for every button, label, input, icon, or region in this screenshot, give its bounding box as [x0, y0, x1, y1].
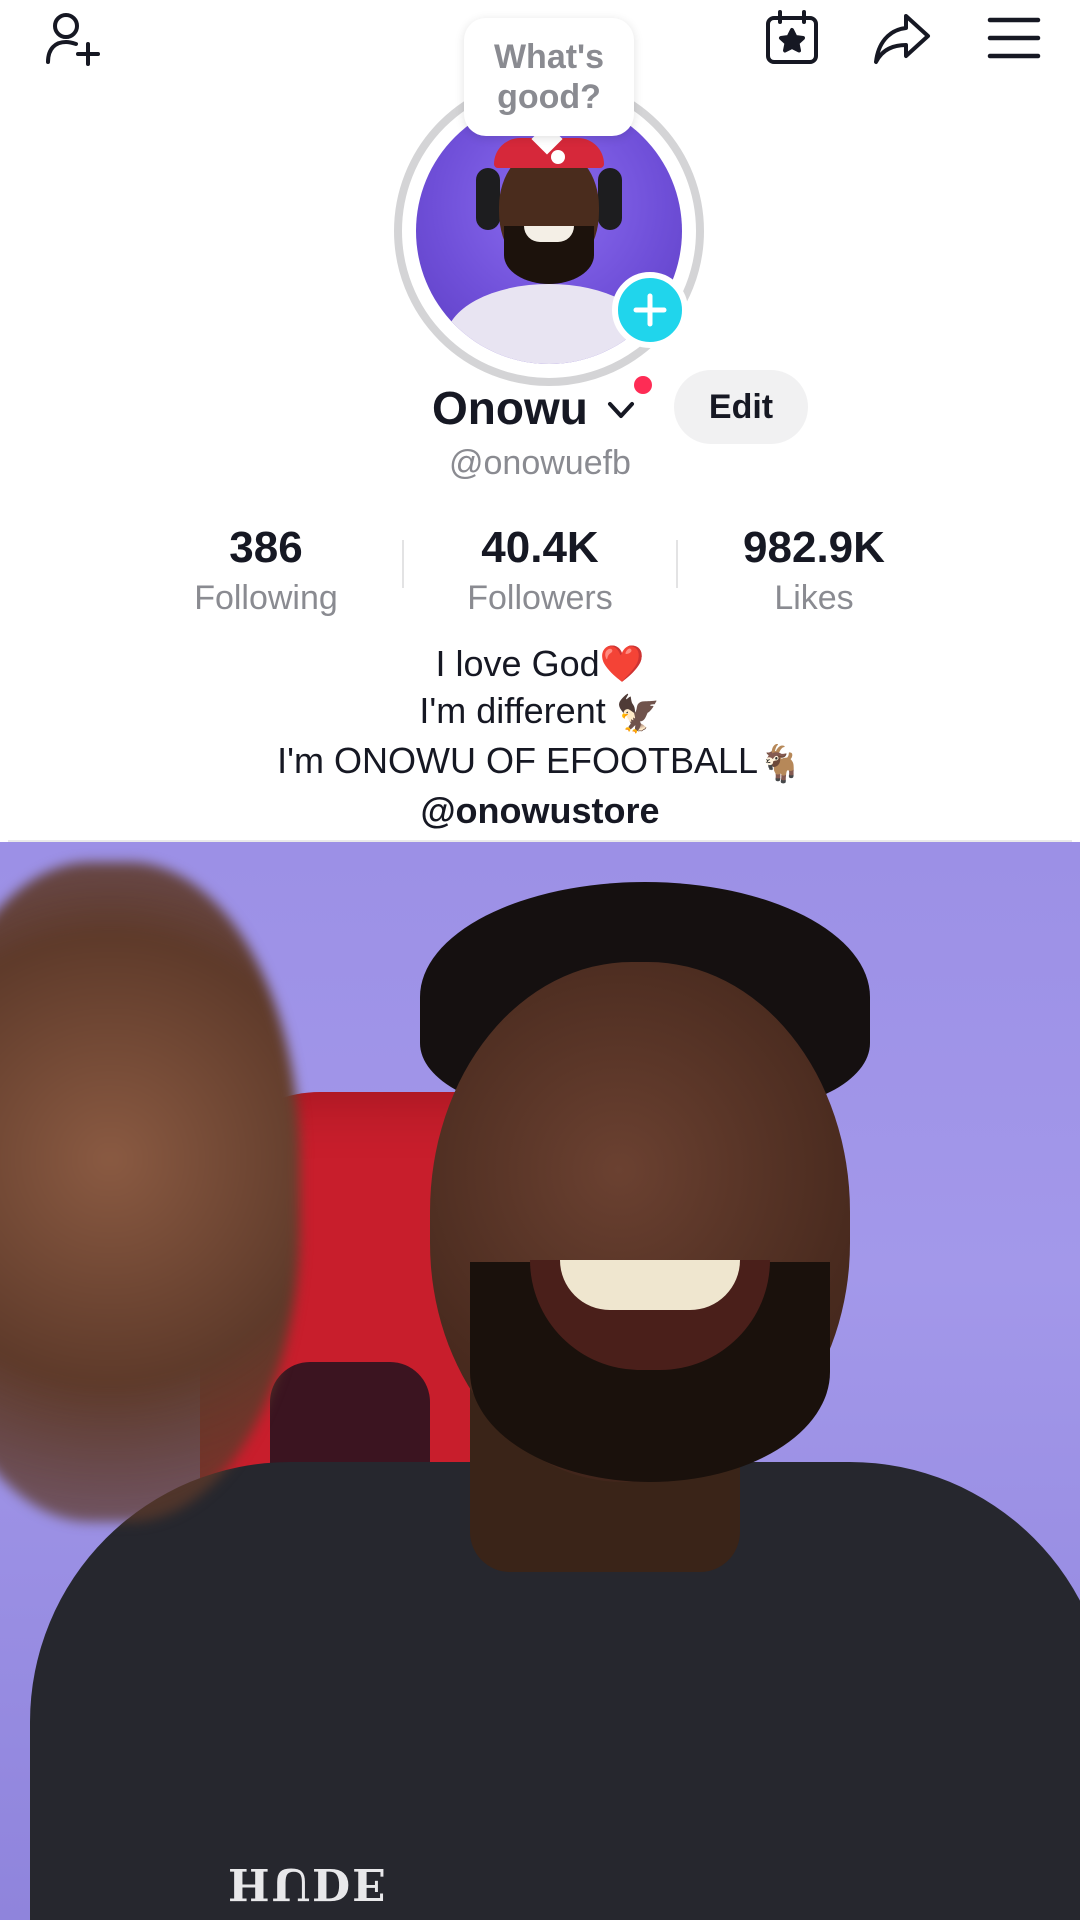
bio-line-3: I'm ONOWU OF EFOOTBALL🐐 — [8, 737, 1072, 787]
bio-text: I love God — [435, 643, 600, 684]
stat-divider — [402, 540, 404, 588]
stat-likes[interactable]: 982.9K Likes — [684, 520, 944, 618]
bio-store-link[interactable]: @onowustore — [8, 787, 1072, 834]
profile-card: What's good? Onowu Edit @onowuefb 386 Fo… — [8, 0, 1072, 842]
name-row: Onowu Edit — [8, 370, 1072, 444]
stat-label: Followers — [467, 579, 613, 617]
edit-profile-button[interactable]: Edit — [674, 370, 808, 444]
eagle-emoji: 🦅 — [615, 692, 661, 734]
bio-line-1: I love God❤️ — [8, 640, 1072, 687]
stat-value: 982.9K — [743, 523, 885, 572]
video-frame[interactable]: HUDE — [0, 842, 1080, 1920]
notification-dot — [634, 376, 652, 394]
share-arrow-icon[interactable] — [868, 4, 936, 72]
stat-following[interactable]: 386 Following — [136, 520, 396, 618]
username: @onowuefb — [449, 444, 631, 482]
hamburger-menu-icon[interactable] — [980, 4, 1048, 72]
blurred-hand — [0, 862, 300, 1522]
add-story-button[interactable] — [612, 272, 688, 348]
stat-label: Likes — [774, 579, 854, 617]
add-user-icon[interactable] — [38, 4, 106, 72]
status-bubble-text: What's good? — [493, 38, 605, 116]
goat-emoji: 🐐 — [758, 742, 803, 784]
stat-label: Following — [194, 579, 338, 617]
stat-value: 386 — [229, 523, 303, 572]
stat-value: 40.4K — [481, 523, 599, 572]
stat-followers[interactable]: 40.4K Followers — [410, 520, 670, 618]
bio: I love God❤️ I'm different 🦅 I'm ONOWU O… — [8, 640, 1072, 834]
heart-emoji: ❤️ — [599, 643, 645, 684]
chevron-down-icon[interactable] — [604, 396, 638, 426]
bio-line-2: I'm different 🦅 — [8, 687, 1072, 737]
status-bubble[interactable]: What's good? — [464, 18, 634, 136]
display-name[interactable]: Onowu — [432, 380, 588, 436]
stats-row: 386 Following 40.4K Followers 982.9K Lik… — [8, 520, 1072, 620]
calendar-star-icon[interactable] — [758, 4, 826, 72]
bubble-dot — [551, 150, 565, 164]
stat-divider — [676, 540, 678, 588]
shirt-print: HUDE — [228, 1858, 388, 1909]
bio-text: I'm different — [419, 690, 606, 731]
bio-text: I'm ONOWU OF EFOOTBALL — [277, 739, 759, 781]
person-teeth — [560, 1260, 740, 1310]
